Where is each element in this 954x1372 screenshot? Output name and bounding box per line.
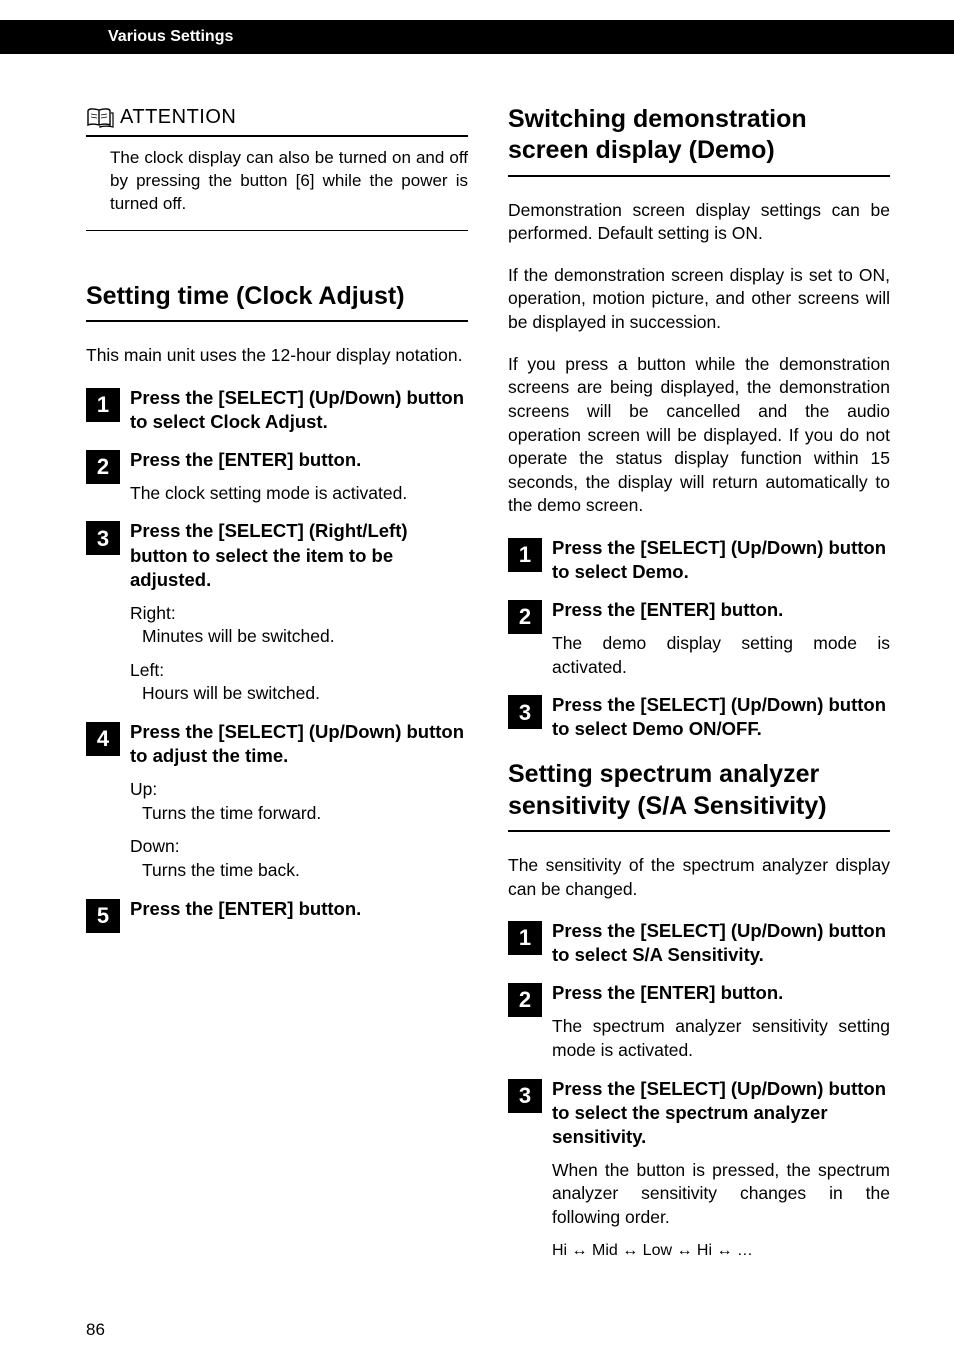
sub-detail: Turns the time back.: [130, 859, 468, 883]
sub-label: Left:: [130, 659, 468, 683]
step-row: 2 Press the [ENTER] button. The clock se…: [86, 448, 468, 506]
step-row: 3 Press the [SELECT] (Up/Down) button to…: [508, 693, 890, 741]
step-number: 5: [86, 899, 120, 933]
left-column: ATTENTION The clock display can also be …: [86, 104, 468, 1271]
attention-body: The clock display can also be turned on …: [86, 137, 468, 231]
step-body: Press the [SELECT] (Up/Down) button to a…: [130, 720, 468, 883]
step-number: 4: [86, 722, 120, 756]
step-heading: Press the [SELECT] (Up/Down) button to s…: [130, 386, 468, 434]
step-row: 1 Press the [SELECT] (Up/Down) button to…: [86, 386, 468, 434]
sa-intro: The sensitivity of the spectrum analyzer…: [508, 854, 890, 901]
step-row: 1 Press the [SELECT] (Up/Down) button to…: [508, 536, 890, 584]
sub-label: Up:: [130, 778, 468, 802]
step-body: Press the [SELECT] (Right/Left) button t…: [130, 519, 468, 706]
step-number: 3: [508, 695, 542, 729]
step-number: 3: [86, 521, 120, 555]
demo-intro-2: If the demonstration screen display is s…: [508, 264, 890, 335]
step-number: 1: [86, 388, 120, 422]
step-para: The spectrum analyzer sensitivity settin…: [552, 1015, 890, 1062]
step-heading: Press the [ENTER] button.: [130, 897, 468, 921]
step-body: Press the [SELECT] (Up/Down) button to s…: [130, 386, 468, 434]
step-row: 5 Press the [ENTER] button.: [86, 897, 468, 933]
step-body: Press the [SELECT] (Up/Down) button to s…: [552, 536, 890, 584]
step-number: 1: [508, 538, 542, 572]
step-body: Press the [SELECT] (Up/Down) button to s…: [552, 1077, 890, 1262]
attention-block: ATTENTION The clock display can also be …: [86, 104, 468, 231]
step-heading: Press the [SELECT] (Up/Down) button to s…: [552, 693, 890, 741]
step-number: 3: [508, 1079, 542, 1113]
header-section-label: Various Settings: [108, 26, 233, 48]
section-title-demo: Switching demonstration screen display (…: [508, 104, 890, 177]
clock-intro: This main unit uses the 12-hour display …: [86, 344, 468, 368]
section-title-sa: Setting spectrum analyzer sensitivity (S…: [508, 759, 890, 832]
step-body: Press the [ENTER] button. The demo displ…: [552, 598, 890, 679]
header-bar: Various Settings: [0, 20, 954, 54]
step-heading: Press the [ENTER] button.: [552, 981, 890, 1005]
demo-intro-3: If you press a button while the demonstr…: [508, 353, 890, 518]
step-number: 2: [508, 983, 542, 1017]
sub-detail: Minutes will be switched.: [130, 625, 468, 649]
step-para: The clock setting mode is activated.: [130, 482, 468, 506]
sub-label: Down:: [130, 835, 468, 859]
sensitivity-cycle: Hi ↔ Mid ↔ Low ↔ Hi ↔ …: [552, 1240, 890, 1262]
step-row: 2 Press the [ENTER] button. The spectrum…: [508, 981, 890, 1062]
step-para: The demo display setting mode is activat…: [552, 632, 890, 679]
step-row: 3 Press the [SELECT] (Right/Left) button…: [86, 519, 468, 706]
step-body: Press the [ENTER] button.: [130, 897, 468, 933]
step-heading: Press the [SELECT] (Up/Down) button to s…: [552, 919, 890, 967]
step-body: Press the [SELECT] (Up/Down) button to s…: [552, 693, 890, 741]
step-body: Press the [ENTER] button. The clock sett…: [130, 448, 468, 506]
step-body: Press the [ENTER] button. The spectrum a…: [552, 981, 890, 1062]
open-book-icon: [86, 107, 114, 129]
step-row: 1 Press the [SELECT] (Up/Down) button to…: [508, 919, 890, 967]
page-number: 86: [86, 1319, 105, 1342]
step-para: When the button is pressed, the spectrum…: [552, 1159, 890, 1230]
step-number: 2: [86, 450, 120, 484]
right-column: Switching demonstration screen display (…: [508, 104, 890, 1271]
step-heading: Press the [SELECT] (Up/Down) button to s…: [552, 1077, 890, 1149]
section-title-clock: Setting time (Clock Adjust): [86, 281, 468, 322]
step-number: 2: [508, 600, 542, 634]
step-row: 4 Press the [SELECT] (Up/Down) button to…: [86, 720, 468, 883]
page-content: ATTENTION The clock display can also be …: [0, 54, 954, 1271]
sub-detail: Hours will be switched.: [130, 682, 468, 706]
step-row: 3 Press the [SELECT] (Up/Down) button to…: [508, 1077, 890, 1262]
step-number: 1: [508, 921, 542, 955]
step-heading: Press the [SELECT] (Right/Left) button t…: [130, 519, 468, 591]
step-heading: Press the [ENTER] button.: [130, 448, 468, 472]
step-heading: Press the [SELECT] (Up/Down) button to s…: [552, 536, 890, 584]
attention-header: ATTENTION: [86, 104, 468, 137]
step-body: Press the [SELECT] (Up/Down) button to s…: [552, 919, 890, 967]
sub-label: Right:: [130, 602, 468, 626]
step-row: 2 Press the [ENTER] button. The demo dis…: [508, 598, 890, 679]
demo-intro-1: Demonstration screen display settings ca…: [508, 199, 890, 246]
step-heading: Press the [ENTER] button.: [552, 598, 890, 622]
step-heading: Press the [SELECT] (Up/Down) button to a…: [130, 720, 468, 768]
sub-detail: Turns the time forward.: [130, 802, 468, 826]
attention-title: ATTENTION: [120, 104, 236, 131]
